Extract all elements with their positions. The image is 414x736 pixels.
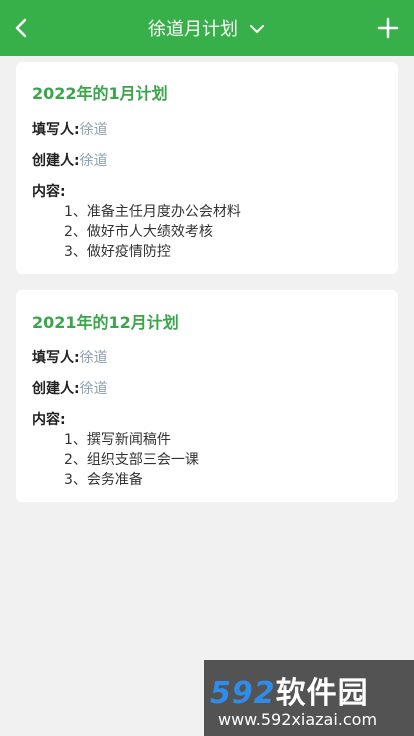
content-item: 2、做好市人大绩效考核 [64,224,213,240]
creator-label: 创建人: [32,381,80,397]
app-header: 徐道月计划 [0,0,414,56]
filler-value: 徐道 [79,122,108,138]
content-item: 3、做好疫情防控 [64,244,171,260]
plan-card[interactable]: 2021年的12月计划 填写人:徐道 创建人:徐道 内容: 1、撰写新闻稿件 2… [16,290,398,502]
plan-title: 2022年的1月计划 [32,84,168,103]
plan-card[interactable]: 2022年的1月计划 填写人:徐道 创建人:徐道 内容: 1、准备主任月度办公会… [16,62,398,274]
watermark-logo-text: 软件园 [275,676,369,711]
plus-icon[interactable] [372,12,404,44]
chevron-down-icon [250,25,264,33]
content-label: 内容: [32,184,66,200]
creator-row: 创建人:徐道 [32,150,108,170]
content-item: 1、撰写新闻稿件 [64,432,171,448]
content-label: 内容: [32,412,66,428]
creator-label: 创建人: [32,153,80,169]
filler-row: 填写人:徐道 [32,119,108,139]
creator-value: 徐道 [79,153,108,169]
filler-value: 徐道 [79,350,108,366]
plan-title: 2021年的12月计划 [32,313,179,332]
watermark: 592软件园 www.592xiazai.com [204,660,414,736]
filler-label: 填写人: [32,122,80,138]
title-selector[interactable]: 徐道月计划 [0,0,414,56]
watermark-logo: 592软件园 [210,668,369,712]
content-item: 2、组织支部三会一课 [64,452,199,468]
filler-row: 填写人:徐道 [32,347,108,367]
filler-label: 填写人: [32,350,80,366]
watermark-logo-number: 592 [210,676,276,711]
page-title: 徐道月计划 [148,19,238,40]
creator-value: 徐道 [79,381,108,397]
content-item: 3、会务准备 [64,472,143,488]
watermark-url: www.592xiazai.com [218,710,378,729]
content-item: 1、准备主任月度办公会材料 [64,204,241,220]
creator-row: 创建人:徐道 [32,378,108,398]
